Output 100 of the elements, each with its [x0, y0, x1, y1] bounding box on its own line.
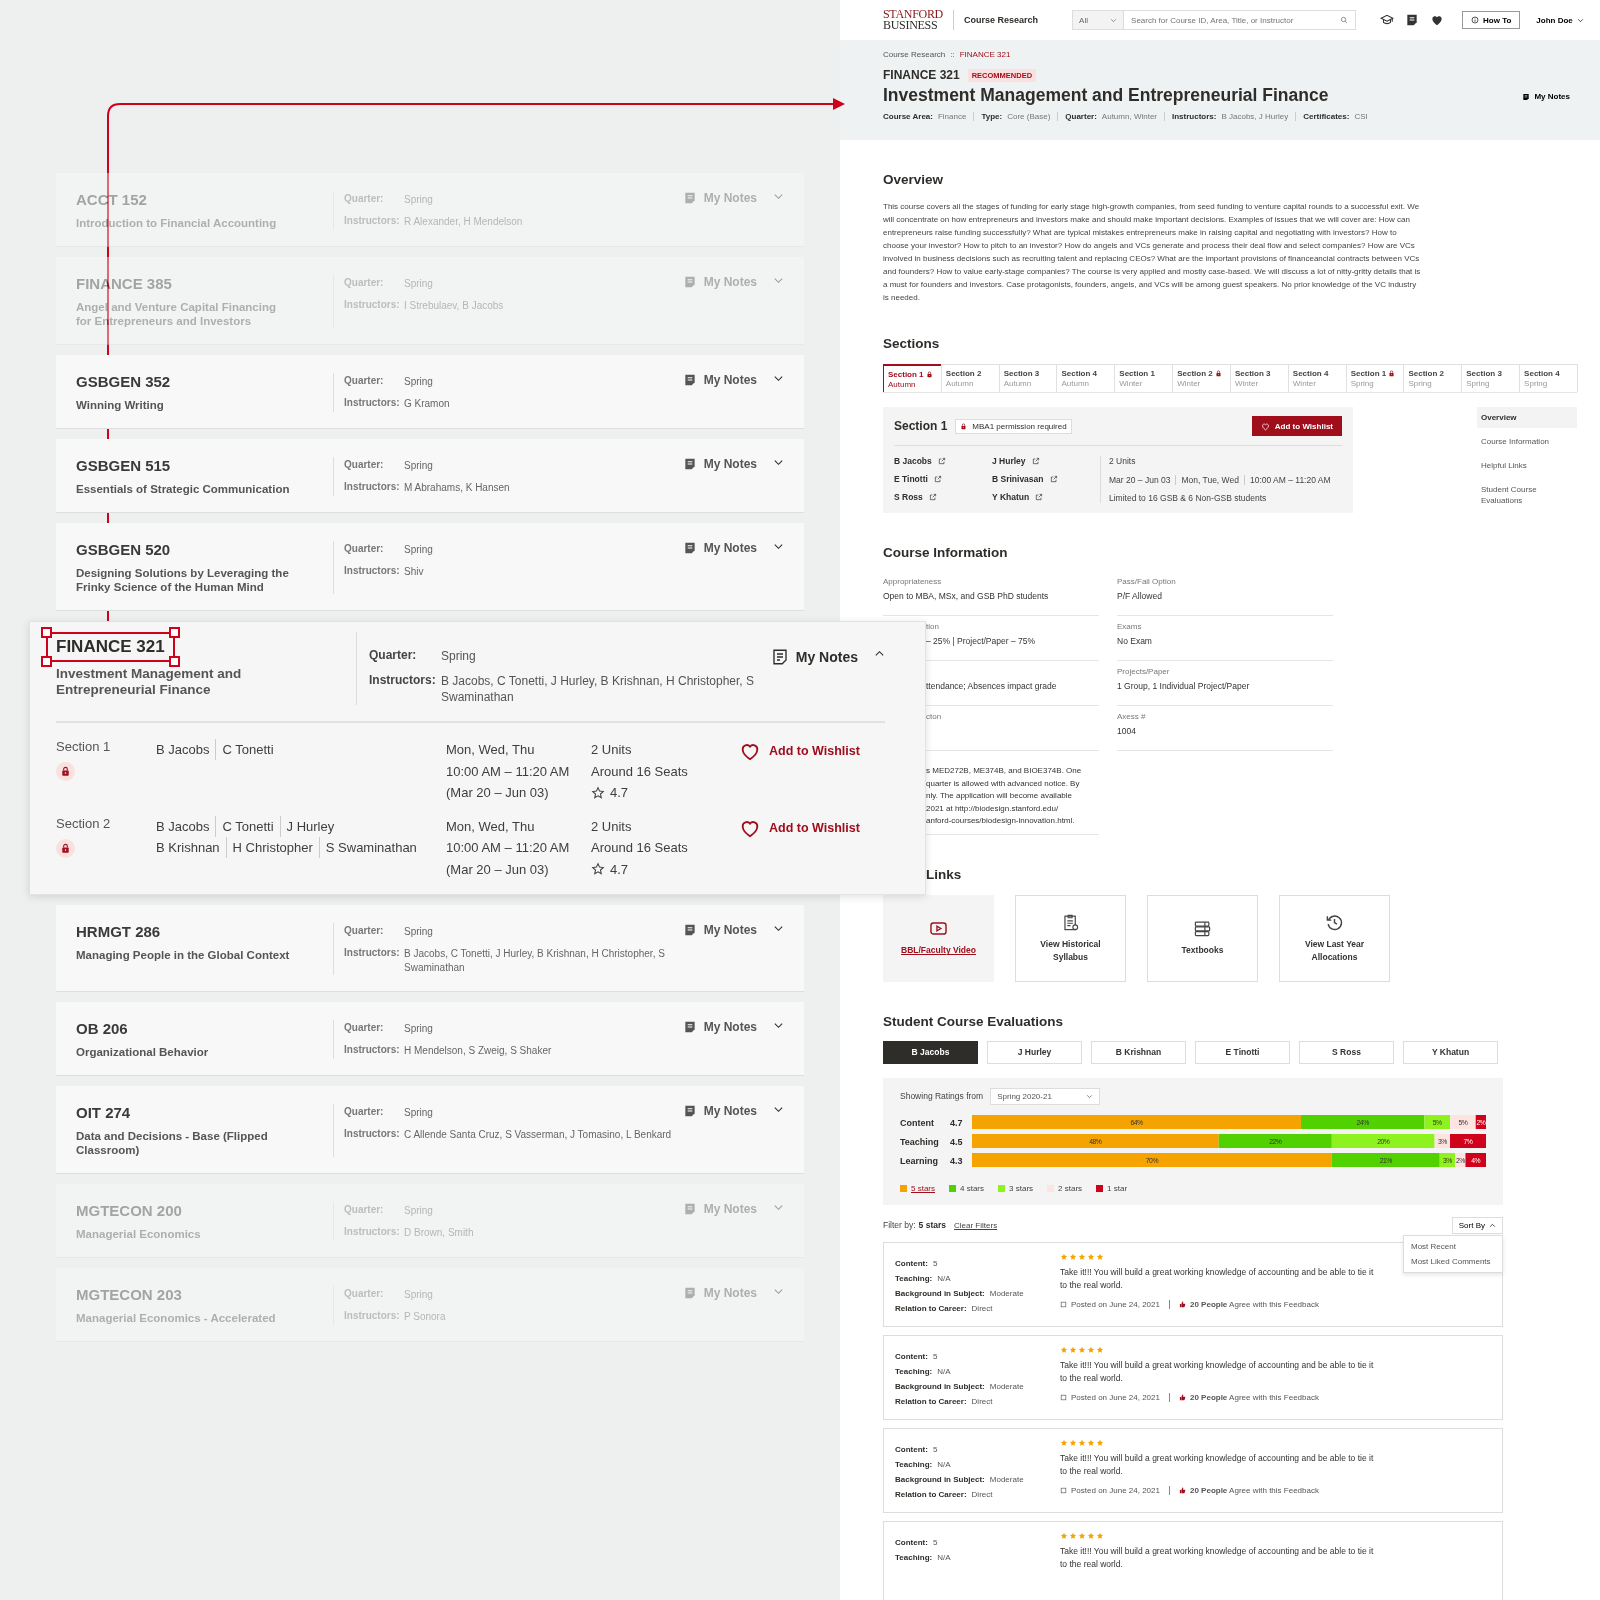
link-card[interactable]: View Last Year Allocations: [1279, 894, 1390, 982]
add-to-wishlist-button[interactable]: Add to Wishlist: [1251, 416, 1342, 436]
seats-text: Around 16 Seats: [591, 839, 689, 857]
units-text: 2 Units: [591, 817, 633, 836]
instructor-tab[interactable]: B Jacobs: [883, 1040, 978, 1064]
section-name: Section 1: [56, 739, 112, 754]
notes-icon: [682, 457, 697, 471]
link-card[interactable]: View Historical Syllabus: [1015, 894, 1126, 982]
legend-item[interactable]: 4 stars: [949, 1183, 985, 1193]
my-notes-button[interactable]: My Notes: [770, 648, 858, 666]
add-to-wishlist-button[interactable]: Add to Wishlist: [739, 815, 860, 840]
side-nav-link[interactable]: Student Course Evaluations: [1477, 479, 1577, 511]
my-notes-button[interactable]: My Notes: [682, 923, 757, 937]
score-value: 4.7: [950, 1117, 963, 1127]
course-title: Investment Management and Entrepreneurial Finance: [883, 85, 1329, 106]
link-card[interactable]: BBL/Faculty Video: [883, 894, 994, 982]
section-tab[interactable]: Section 4 Spring: [1519, 364, 1578, 392]
my-notes-button[interactable]: My Notes: [682, 373, 757, 387]
menu-item[interactable]: Most Liked Comments: [1404, 1253, 1502, 1269]
breadcrumb-link[interactable]: FINANCE 321: [959, 50, 1011, 59]
section-tab[interactable]: Section 1 Autumn: [883, 364, 942, 392]
side-nav-link[interactable]: Overview: [1477, 407, 1577, 428]
term-dropdown[interactable]: Spring 2020-21: [990, 1087, 1101, 1105]
course-card[interactable]: [29, 621, 926, 895]
chevron-icon[interactable]: [773, 541, 784, 552]
legend-item[interactable]: 3 stars: [998, 1183, 1034, 1193]
instructor-link[interactable]: E Tinotti: [894, 474, 928, 484]
legend-item[interactable]: 5 stars: [900, 1183, 935, 1193]
scope-dropdown[interactable]: All: [1072, 10, 1125, 30]
course-card[interactable]: OIT 274 Data and Decisions - Base (Flipped Classroom) Quarter: Spring Instructors: C Allende Santa Cruz, S Vasserman, J Tomasino, L Benkard My Notes: [56, 1086, 804, 1174]
instructor-tab[interactable]: E Tinotti: [1195, 1040, 1290, 1064]
course-title: Investment Management and Entrepreneurial Finance: [56, 666, 243, 698]
instructor-link[interactable]: J Hurley: [992, 456, 1026, 466]
course-card[interactable]: OB 206 Organizational Behavior Quarter: Spring Instructors: H Mendelson, S Zweig, S Shaker My Notes: [56, 1002, 804, 1076]
how-to-button[interactable]: How To: [1462, 11, 1521, 29]
field-value: N/A: [937, 1552, 951, 1562]
field-label: Teaching:: [895, 1459, 933, 1469]
instructor-link[interactable]: Y Khatun: [992, 492, 1030, 502]
my-notes-button[interactable]: My Notes: [682, 457, 757, 471]
my-notes-button[interactable]: My Notes: [682, 1104, 757, 1118]
logo[interactable]: STANFORD BUSINESS: [883, 9, 943, 31]
field-value: N/A: [937, 1459, 951, 1469]
external-link-icon[interactable]: [928, 493, 937, 501]
side-nav-link[interactable]: Course Information: [1477, 431, 1577, 452]
meta-value: CSI: [1354, 112, 1368, 121]
chevron-icon[interactable]: [874, 648, 885, 659]
resize-handle[interactable]: [41, 627, 52, 638]
external-link-icon[interactable]: [933, 475, 942, 483]
resize-handle[interactable]: [168, 656, 180, 667]
course-code: FINANCE 321: [56, 638, 165, 656]
app-name[interactable]: Course Research: [953, 10, 1039, 30]
course-card[interactable]: GSBGEN 520 Designing Solutions by Leveraging the Frinky Science of the Human Mind Quarter: Spring Instructors: Shiv My Notes: [56, 523, 804, 611]
breadcrumb-link[interactable]: Course Research: [883, 50, 946, 59]
resize-handle[interactable]: [168, 627, 180, 638]
my-notes-button[interactable]: My Notes: [682, 541, 757, 555]
my-notes-button[interactable]: My Notes: [1522, 92, 1570, 101]
info-icon: [1471, 16, 1480, 24]
external-link-icon[interactable]: [937, 457, 946, 465]
course-card[interactable]: GSBGEN 352 Winning Writing Quarter: Spring Instructors: G Kramon My Notes: [56, 355, 804, 429]
add-to-wishlist-button[interactable]: Add to Wishlist: [739, 739, 860, 763]
chevron-icon[interactable]: [773, 457, 784, 468]
external-link-icon[interactable]: [1049, 475, 1058, 483]
my-notes-button[interactable]: My Notes: [682, 1020, 757, 1034]
external-link-icon[interactable]: [1035, 493, 1044, 501]
instructor-tab[interactable]: Y Khatun: [1403, 1040, 1498, 1064]
course-card[interactable]: GSBGEN 515 Essentials of Strategic Communication Quarter: Spring Instructors: M Abrahams, K Hansen My Notes: [56, 439, 804, 513]
instructor-tab[interactable]: J Hurley: [987, 1040, 1082, 1064]
legend-item[interactable]: 2 stars: [1047, 1183, 1083, 1193]
field-value: Spring: [404, 925, 434, 939]
search-box[interactable]: Search for Course ID, Area, Title, or Instructor: [1124, 10, 1357, 30]
chevron-icon[interactable]: [773, 373, 784, 384]
graduation-cap-icon[interactable]: [1380, 13, 1395, 27]
side-nav-link[interactable]: Helpful Links: [1477, 455, 1577, 476]
clipboard-icon: [1061, 913, 1080, 932]
instructor-tab[interactable]: B Krishnan: [1091, 1040, 1186, 1064]
chevron-icon[interactable]: [773, 1020, 784, 1031]
link-card[interactable]: Textbooks: [1147, 894, 1258, 982]
user-menu[interactable]: John Doe: [1536, 15, 1584, 25]
meta-label: Course Area:: [883, 112, 933, 121]
instructor-link[interactable]: B Srinivasan: [992, 474, 1044, 484]
field-value: Direct: [971, 1303, 993, 1313]
instructor-link[interactable]: B Jacobs: [894, 456, 932, 466]
chevron-icon[interactable]: [773, 923, 784, 934]
course-card[interactable]: HRMGT 286 Managing People in the Global Context Quarter: Spring Instructors: B Jacobs, C Tonetti, J Hurley, B Krishnan, H Christopher, S Swaminathan My Notes: [56, 905, 804, 992]
notes-icon[interactable]: [1405, 13, 1420, 27]
instructor-tab[interactable]: S Ross: [1299, 1040, 1394, 1064]
field-value: C Allende Santa Cruz, S Vasserman, J Tomasino, L Benkard: [404, 1128, 673, 1142]
heart-icon[interactable]: [1430, 13, 1445, 27]
section-tab[interactable]: Section 2 Autumn: [940, 364, 1000, 392]
menu-item[interactable]: Most Recent: [1404, 1238, 1502, 1254]
resize-handle[interactable]: [41, 656, 52, 667]
legend-item[interactable]: 1 star: [1096, 1183, 1128, 1193]
instructor-link[interactable]: S Ross: [894, 492, 923, 502]
external-link-icon[interactable]: [1031, 457, 1040, 465]
chevron-icon[interactable]: [773, 1104, 784, 1115]
field-label: Content:: [895, 1537, 928, 1547]
field-label: Content:: [895, 1444, 928, 1454]
field-label: Axess #: [1117, 712, 1147, 721]
sort-dropdown[interactable]: Sort By: [1451, 1216, 1503, 1234]
clear-filters-link[interactable]: Clear Filters: [954, 1220, 998, 1230]
